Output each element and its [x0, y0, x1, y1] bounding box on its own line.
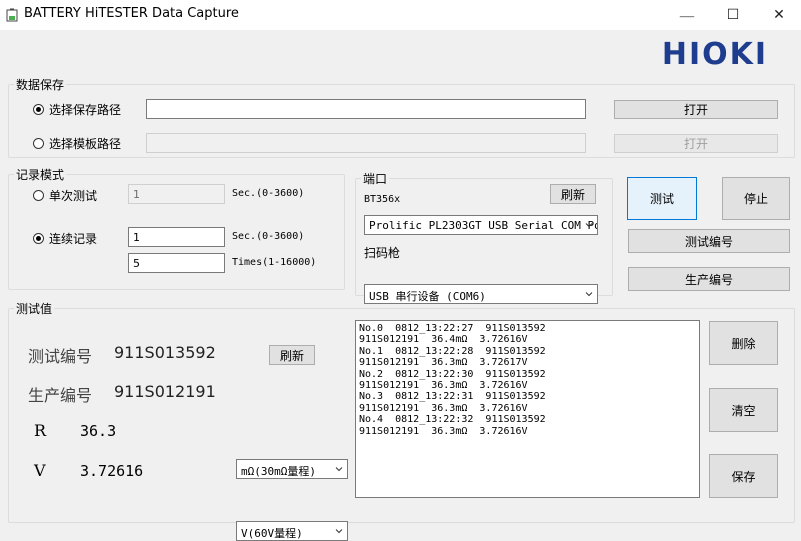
open-template-path-button[interactable]: 打开: [614, 134, 778, 153]
scanner-select-value: USB 串行设备 (COM6): [369, 290, 486, 303]
single-interval-input[interactable]: 1: [128, 184, 225, 204]
times-input[interactable]: 5: [128, 253, 225, 273]
log-line: No.4 0812_13:22:32 911S013592: [359, 414, 546, 426]
radio-unchecked-icon: [33, 138, 44, 149]
stop-button[interactable]: 停止: [722, 177, 790, 220]
chevron-down-icon: [585, 292, 593, 297]
log-line: 911S012191 36.3mΩ 3.72616V: [359, 425, 528, 437]
voltage-label: V: [34, 461, 46, 480]
voltage-value: 3.72616: [80, 462, 144, 480]
port-select[interactable]: Prolific PL2303GT USB Serial COM Por: [364, 215, 598, 235]
log-line: No.3 0812_13:22:31 911S013592: [359, 391, 546, 403]
save-path-label: 选择保存路径: [49, 103, 122, 117]
scanner-select[interactable]: USB 串行设备 (COM6): [364, 284, 598, 304]
maximize-icon: ☐: [726, 7, 740, 23]
resistance-label: R: [34, 421, 47, 440]
test-button[interactable]: 测试: [627, 177, 697, 220]
window-title: BATTERY HiTESTER Data Capture: [24, 6, 239, 21]
test-number-button[interactable]: 测试编号: [628, 229, 790, 253]
continuous-radio[interactable]: 连续记录: [33, 230, 97, 247]
resistance-range-value: mΩ(30mΩ量程): [241, 465, 316, 478]
production-number-button[interactable]: 生产编号: [628, 267, 790, 291]
template-path-radio[interactable]: 选择模板路径: [33, 135, 121, 152]
hioki-logo: HIOKI: [661, 36, 769, 72]
log-line: 911S012191 36.3mΩ 3.72616V: [359, 380, 528, 392]
port-refresh-button[interactable]: 刷新: [550, 184, 596, 204]
clear-button[interactable]: 清空: [709, 388, 778, 432]
log-line: No.1 0812_13:22:28 911S013592: [359, 345, 546, 357]
resistance-range-select[interactable]: mΩ(30mΩ量程): [236, 459, 348, 479]
test-values-title: 测试值: [14, 300, 55, 317]
log-line: No.0 0812_13:22:27 911S013592: [359, 323, 546, 334]
device-label: BT356x: [364, 194, 401, 205]
single-test-radio[interactable]: 单次测试: [33, 187, 97, 204]
voltage-range-value: V(60V量程): [241, 527, 303, 540]
chevron-down-icon: [585, 223, 593, 228]
template-path-label: 选择模板路径: [49, 137, 122, 151]
continuous-label: 连续记录: [49, 232, 98, 246]
delete-button[interactable]: 删除: [709, 321, 778, 365]
close-icon: ✕: [773, 7, 785, 23]
single-test-label: 单次测试: [49, 189, 98, 203]
continuous-interval-input[interactable]: 1: [128, 227, 225, 247]
battery-app-icon: [6, 8, 18, 22]
production-number-label: 生产编号: [28, 386, 93, 405]
save-path-input[interactable]: [146, 99, 586, 119]
minimize-button[interactable]: —: [664, 0, 710, 30]
values-refresh-button[interactable]: 刷新: [269, 345, 315, 365]
port-select-value: Prolific PL2303GT USB Serial COM Por: [369, 219, 598, 232]
save-path-radio[interactable]: 选择保存路径: [33, 101, 121, 118]
chevron-down-icon: [335, 529, 343, 534]
template-path-input[interactable]: [146, 133, 586, 153]
port-group-title: 端口: [361, 170, 390, 187]
voltage-range-select[interactable]: V(60V量程): [236, 521, 348, 541]
minimize-icon: —: [679, 5, 695, 25]
test-number-label: 测试编号: [28, 347, 93, 366]
log-line: 911S012191 36.3mΩ 3.72617V: [359, 357, 528, 369]
measurement-log[interactable]: No.0 0812_13:22:27 911S013592 911S012191 …: [355, 320, 700, 498]
record-mode-title: 记录模式: [14, 166, 67, 183]
resistance-value: 36.3: [80, 422, 117, 440]
radio-checked-icon: [33, 233, 44, 244]
radio-unchecked-icon: [33, 190, 44, 201]
log-line: 911S012191 36.4mΩ 3.72616V: [359, 334, 528, 346]
maximize-button[interactable]: ☐: [710, 0, 756, 30]
save-group-title: 数据保存: [14, 76, 67, 93]
chevron-down-icon: [335, 467, 343, 472]
log-line: No.2 0812_13:22:30 911S013592: [359, 368, 546, 380]
continuous-range-label: Sec.(0-3600): [232, 231, 305, 242]
open-save-path-button[interactable]: 打开: [614, 100, 778, 119]
close-button[interactable]: ✕: [756, 0, 801, 30]
single-range-label: Sec.(0-3600): [232, 188, 305, 199]
test-number-value: 911S013592: [114, 343, 216, 362]
log-line: 911S012191 36.3mΩ 3.72616V: [359, 402, 528, 414]
production-number-value: 911S012191: [114, 382, 216, 401]
scanner-label: 扫码枪: [364, 246, 401, 260]
save-button[interactable]: 保存: [709, 454, 778, 498]
radio-checked-icon: [33, 104, 44, 115]
times-range-label: Times(1-16000): [232, 257, 317, 268]
